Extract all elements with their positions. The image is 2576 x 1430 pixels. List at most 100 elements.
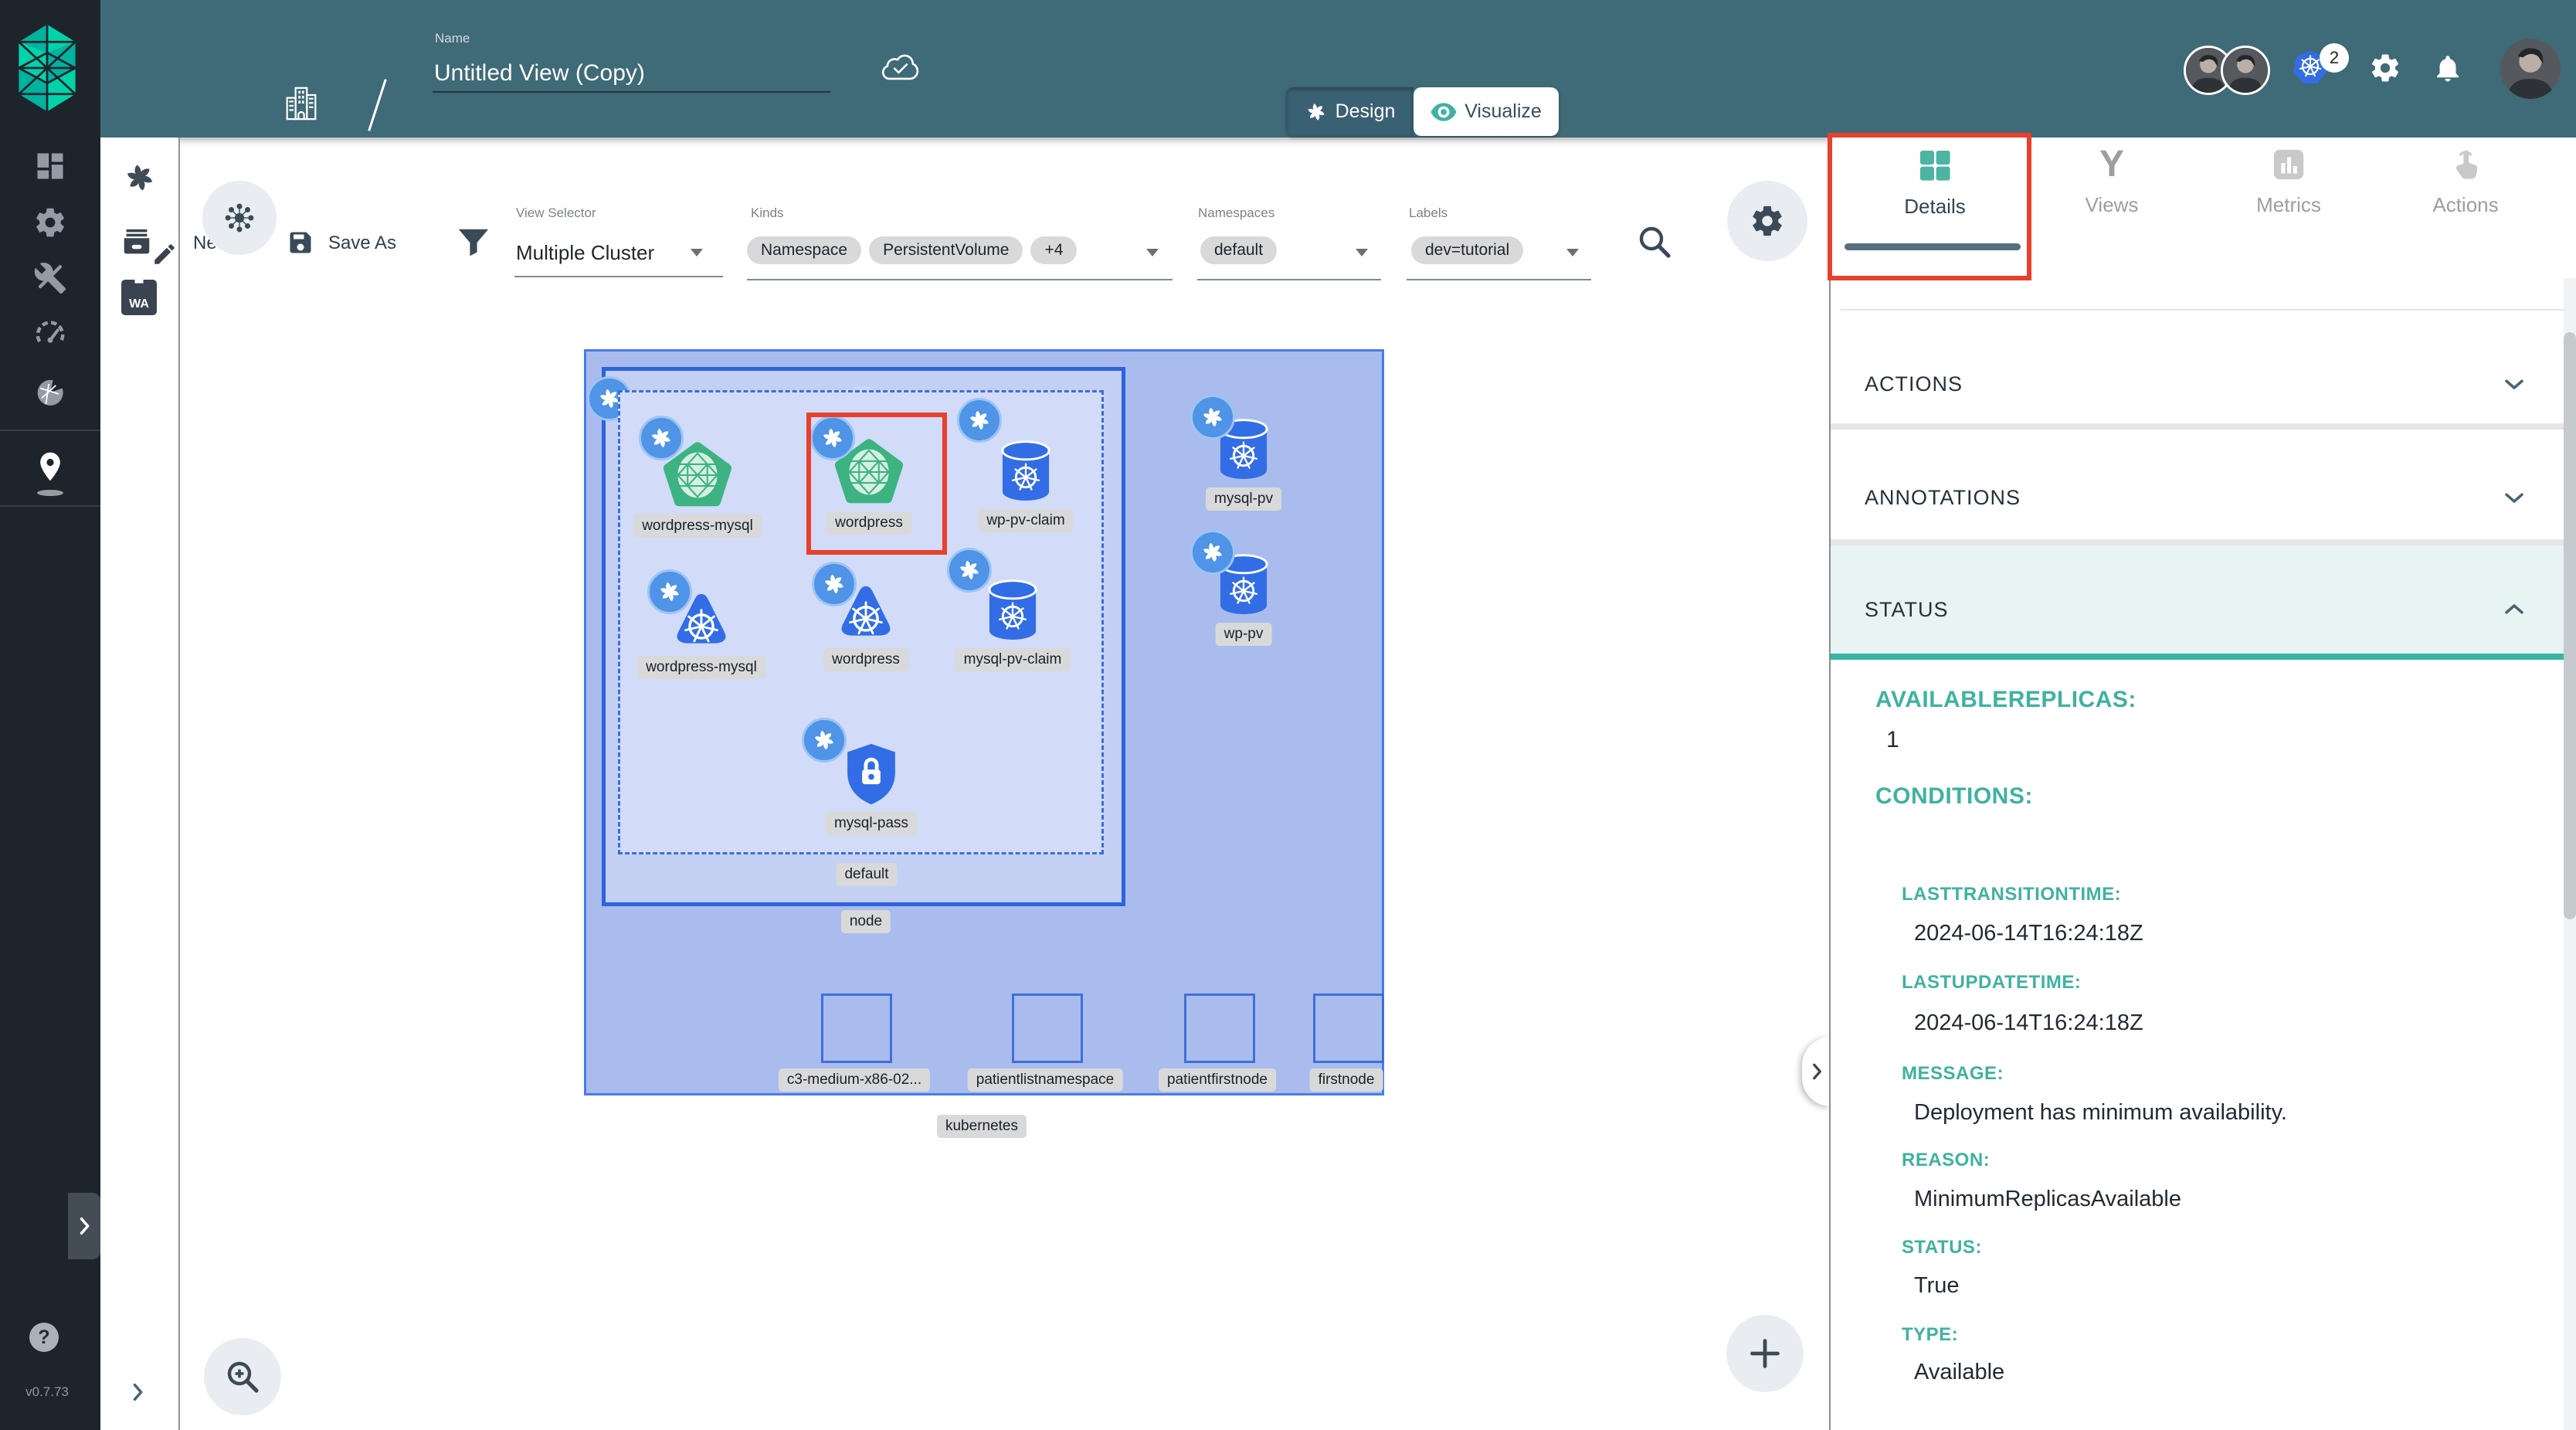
cloud-sync-icon[interactable]: [879, 51, 922, 83]
view-selector-label: View Selector: [516, 205, 596, 221]
meshsync-badge: [647, 569, 692, 614]
wasm-filter-icon[interactable]: WA: [121, 280, 157, 315]
views-y-icon: Y: [2099, 147, 2124, 182]
accordion-actions[interactable]: ACTIONS: [1865, 372, 1963, 396]
status-value: 2024-06-14T16:24:18Z: [1914, 1011, 2143, 1036]
components-drawer-icon[interactable]: [119, 224, 154, 260]
node-square-firstnode[interactable]: [1313, 994, 1384, 1063]
mode-toggle: Design Visualize: [1286, 87, 1559, 136]
actions-hand-icon: [2448, 147, 2483, 182]
square-label: firstnode: [1310, 1068, 1383, 1092]
sidebar-item-performance[interactable]: [33, 317, 67, 351]
node-label: mysql-pass: [826, 812, 917, 835]
node-deployment-wordpress-mysql[interactable]: wordpress-mysql: [662, 440, 733, 510]
chevron-right-icon: [1807, 1061, 1827, 1082]
mesh-overlay-button[interactable]: [202, 181, 277, 255]
save-as-icon[interactable]: [287, 229, 314, 256]
namespaces-caret[interactable]: [1356, 249, 1368, 256]
square-label: patientfirstnode: [1159, 1068, 1276, 1092]
node-square-patientfirstnode[interactable]: [1184, 994, 1255, 1063]
visualize-mode-button[interactable]: Visualize: [1414, 87, 1559, 136]
user-avatar[interactable]: [2500, 39, 2561, 99]
node-pv-mysql-pv[interactable]: mysql-pv: [1215, 418, 1272, 483]
add-node-button[interactable]: [1726, 1315, 1804, 1392]
collaborator-avatar[interactable]: [2221, 46, 2270, 95]
cluster-kubernetes-boundary[interactable]: wordpress-mysql wordpress wp-pv-claim wo…: [584, 349, 1384, 1095]
node-square-c3-medium[interactable]: [821, 994, 892, 1063]
mesh-network-icon: [223, 202, 256, 234]
node-square-patientlistnamespace[interactable]: [1012, 994, 1083, 1063]
label-chip[interactable]: dev=tutorial: [1411, 236, 1523, 264]
status-value: Deployment has minimum availability.: [1914, 1100, 2287, 1126]
status-key: LASTUPDATETIME:: [1902, 972, 2081, 994]
sidebar-divider: [0, 430, 100, 431]
panel-scrollbar-thumb[interactable]: [2564, 332, 2576, 919]
filter-funnel-icon[interactable]: [456, 225, 491, 260]
namespace-chip[interactable]: default: [1200, 236, 1277, 264]
save-as-button[interactable]: Save As: [328, 233, 396, 254]
sidebar-item-extensions[interactable]: [33, 375, 67, 409]
chevron-down-icon[interactable]: [2503, 486, 2526, 509]
designs-spiral-icon[interactable]: [122, 160, 158, 195]
sidebar-item-configuration[interactable]: [33, 261, 67, 295]
chevron-down-icon[interactable]: [2503, 372, 2526, 396]
square-label: c3-medium-x86-02...: [779, 1068, 930, 1092]
rail-expand-chevron-icon[interactable]: [127, 1381, 148, 1403]
status-value: True: [1914, 1273, 1960, 1299]
notifications-bell-icon[interactable]: [2432, 52, 2464, 84]
design-label: Design: [1336, 100, 1396, 123]
meshery-logo[interactable]: [12, 22, 82, 114]
node-pv-wp-pv[interactable]: wp-pv: [1215, 553, 1272, 618]
kinds-caret[interactable]: [1146, 249, 1159, 256]
sidebar-item-kanvas-pin[interactable]: [33, 450, 67, 484]
view-name-input[interactable]: [433, 60, 830, 93]
accordion-status-header[interactable]: STATUS: [1831, 545, 2564, 660]
organization-icon[interactable]: [284, 84, 318, 123]
meshsync-badge: [639, 416, 684, 460]
kinds-underline: [747, 279, 1173, 280]
kind-chip[interactable]: Namespace: [747, 236, 861, 264]
view-selector-value[interactable]: Multiple Cluster: [516, 241, 654, 265]
node-pod-wordpress[interactable]: wordpress: [833, 582, 898, 644]
status-value: Available: [1914, 1360, 2004, 1385]
search-icon[interactable]: [1636, 223, 1673, 260]
labels-label: Labels: [1409, 205, 1448, 221]
kinds-label: Kinds: [751, 205, 784, 221]
kind-chip-more[interactable]: +4: [1030, 236, 1077, 264]
panel-collapse-button[interactable]: [1802, 1037, 1831, 1106]
sidebar-item-dashboard[interactable]: [33, 149, 67, 183]
node-label: wordpress-mysql: [633, 515, 762, 538]
design-mode-button[interactable]: Design: [1286, 87, 1414, 136]
section-gap: [1831, 539, 2564, 545]
namespace-label: default: [836, 863, 897, 886]
tab-views[interactable]: Y Views: [2038, 147, 2185, 263]
canvas-settings-button[interactable]: [1727, 181, 1807, 261]
node-pvc-mysql-pv-claim[interactable]: mysql-pv-claim: [984, 579, 1041, 644]
sidebar-expand-button[interactable]: [68, 1193, 100, 1259]
sidebar-item-lifecycle[interactable]: [33, 205, 67, 239]
panel-divider: [1829, 138, 1831, 1430]
settings-gear-icon[interactable]: [2369, 52, 2401, 84]
kind-chip[interactable]: PersistentVolume: [869, 236, 1023, 264]
labels-caret[interactable]: [1566, 249, 1579, 256]
namespaces-label: Namespaces: [1198, 205, 1274, 221]
node-secret-mysql-pass[interactable]: mysql-pass: [842, 741, 901, 807]
chevron-up-icon: [2503, 598, 2526, 621]
plus-icon: [1748, 1337, 1782, 1371]
meshsync-badge: [1190, 395, 1235, 440]
context-count-badge[interactable]: 2: [2320, 43, 2349, 73]
metrics-barchart-icon: [2271, 147, 2306, 182]
view-selector-underline: [514, 276, 723, 277]
node-pvc-wp-pv-claim[interactable]: wp-pv-claim: [997, 440, 1054, 504]
zoom-in-button[interactable]: [204, 1338, 281, 1415]
help-button[interactable]: ?: [29, 1323, 59, 1352]
status-value: 1: [1886, 727, 1899, 753]
tab-metrics[interactable]: Metrics: [2215, 147, 2362, 263]
accordion-annotations[interactable]: ANNOTATIONS: [1865, 486, 2021, 510]
node-pod-wordpress-mysql[interactable]: wordpress-mysql: [669, 589, 734, 651]
view-selector-caret[interactable]: [691, 249, 703, 256]
tab-actions[interactable]: Actions: [2392, 147, 2539, 263]
status-key: STATUS:: [1902, 1237, 1982, 1258]
labels-underline: [1407, 279, 1591, 280]
edit-pencil-icon[interactable]: [151, 241, 178, 267]
